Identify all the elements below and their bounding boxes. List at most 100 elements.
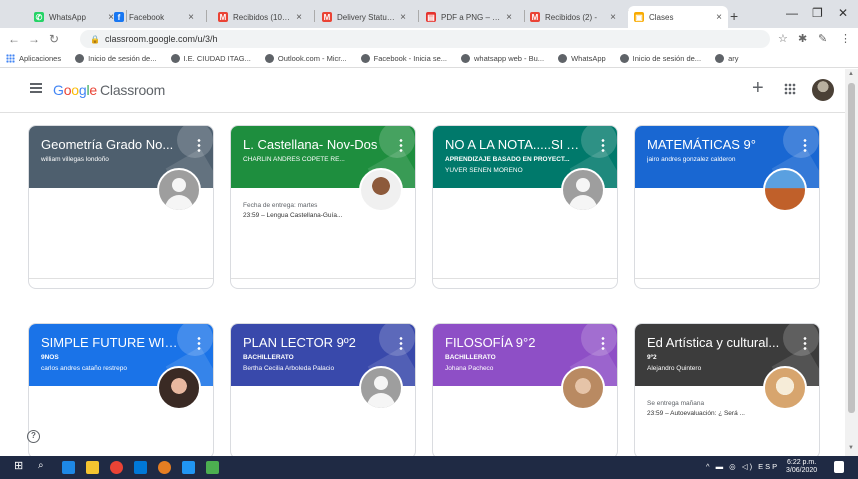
browser-tab[interactable]: M Delivery Status N × [316, 6, 412, 28]
minimize-icon[interactable]: — [786, 6, 798, 20]
extension-icon[interactable]: ✱ [798, 32, 807, 45]
globe-icon [360, 54, 370, 63]
teacher-photo [157, 168, 201, 212]
file-explorer-icon[interactable] [86, 461, 99, 474]
browser-menu-icon[interactable]: ⋮ [840, 32, 851, 45]
firefox-icon[interactable] [158, 461, 171, 474]
bookmark-item[interactable]: Aplicaciones [6, 54, 61, 63]
bookmark-item[interactable]: Outlook.com - Micr... [264, 54, 347, 63]
bookmark-item[interactable]: ary [715, 54, 738, 63]
mail-icon[interactable] [134, 461, 147, 474]
class-card[interactable]: PLAN LECTOR 9º2 BACHILLERATO Bertha Cecili… [230, 323, 416, 459]
bookmark-item[interactable]: Inicio de sesión de... [619, 54, 702, 63]
bookmark-item[interactable]: I.E. CIUDAD ITAG... [170, 54, 251, 63]
class-card-footer [433, 278, 617, 288]
search-icon[interactable]: ⌕ [38, 460, 51, 473]
store-icon[interactable] [182, 461, 195, 474]
class-card[interactable]: SIMPLE FUTURE WILL ... 9NOS carlos andres … [28, 323, 214, 459]
more-options-icon[interactable] [803, 138, 807, 152]
bookmark-label: Outlook.com - Micr... [277, 54, 347, 63]
logo-letter: o [71, 82, 79, 98]
url-bar[interactable]: 🔒 classroom.google.com/u/3/h [80, 30, 770, 48]
class-card[interactable]: MATEMÁTICAS 9° jairo andres gonzalez cald… [634, 125, 820, 289]
tab-separator [314, 10, 315, 22]
reload-icon[interactable]: ↻ [44, 32, 64, 46]
scrollbar-thumb[interactable] [848, 83, 855, 413]
chrome-icon[interactable] [110, 461, 123, 474]
input-language[interactable]: ESP [758, 462, 779, 471]
taskbar-clock[interactable]: 6:22 p.m. 3/06/2020 [786, 459, 817, 475]
browser-tab[interactable]: ▤ PDF a PNG – Conv× [420, 6, 518, 28]
class-card[interactable]: NO A LA NOTA.....SI A... APRENDIZAJE BASA… [432, 125, 618, 289]
teacher-photo [561, 168, 605, 212]
classroom-logo[interactable]: Google Classroom [53, 82, 165, 98]
tab-title: WhatsApp [49, 12, 86, 22]
page-scrollbar[interactable]: ▲ ▼ [845, 69, 858, 456]
windows-taskbar: ⊞ ⌕ ^ ▬ ◎ ◁) ESP 6:22 p.m. 3/06/2020 [0, 456, 858, 479]
browser-tab[interactable]: ✆ WhatsApp × [28, 6, 120, 28]
system-tray[interactable]: ^ ▬ ◎ ◁) ESP [706, 462, 779, 471]
close-tab-icon[interactable]: × [296, 12, 302, 23]
teacher-photo [561, 366, 605, 410]
globe-icon [75, 54, 85, 63]
bookmark-label: Inicio de sesión de... [632, 54, 702, 63]
bookmark-label: whatsapp web - Bu... [474, 54, 545, 63]
more-options-icon[interactable] [197, 336, 201, 350]
globe-icon [170, 54, 180, 63]
close-tab-icon[interactable]: × [506, 12, 512, 23]
browser-tab[interactable]: ▣ Clases × [628, 6, 728, 28]
extension-icon[interactable]: ✎ [818, 32, 827, 45]
google-apps-icon[interactable] [784, 83, 796, 95]
more-options-icon[interactable] [803, 336, 807, 350]
pdf-icon: ▤ [426, 12, 436, 22]
close-tab-icon[interactable]: × [610, 12, 616, 23]
bookmark-item[interactable]: Facebook - Inicia se... [360, 54, 447, 63]
more-options-icon[interactable] [197, 138, 201, 152]
scroll-up-icon[interactable]: ▲ [848, 71, 854, 77]
bookmark-item[interactable]: WhatsApp [558, 54, 606, 63]
bookmark-label: WhatsApp [571, 54, 606, 63]
logo-product-name: Classroom [100, 82, 166, 98]
help-icon[interactable]: ? [27, 430, 40, 443]
new-tab-button[interactable]: + [730, 8, 738, 24]
browser-tab[interactable]: f Facebook × [108, 6, 200, 28]
assignment-link[interactable]: 23:59 – Autoevaluación: ¿ Será ... [647, 410, 807, 417]
class-card-footer [29, 278, 213, 288]
windows-start-icon[interactable]: ⊞ [14, 459, 27, 472]
class-card[interactable]: FILOSOFÍA 9°2 BACHILLERATO Johana Pacheco [432, 323, 618, 459]
clock-time: 6:22 p.m. [786, 459, 817, 466]
more-options-icon[interactable] [399, 138, 403, 152]
more-options-icon[interactable] [399, 336, 403, 350]
create-join-class-button[interactable]: + [752, 77, 764, 100]
account-avatar[interactable] [812, 79, 834, 101]
bookmark-item[interactable]: Inicio de sesión de... [75, 54, 157, 63]
browser-tab-strip: + — ❐ ✕ ✆ WhatsApp × f Facebook × M Recibidos (… [0, 0, 858, 28]
logo-letter: e [89, 82, 97, 98]
more-options-icon[interactable] [601, 336, 605, 350]
classroom-icon: ▣ [634, 12, 644, 22]
more-options-icon[interactable] [601, 138, 605, 152]
bookmark-star-icon[interactable]: ☆ [778, 32, 788, 45]
close-tab-icon[interactable]: × [400, 12, 406, 23]
class-card[interactable]: L. Castellana- Nov-Dos CHARLIN ANDRES COP… [230, 125, 416, 289]
scroll-down-icon[interactable]: ▼ [848, 445, 854, 451]
assignment-link[interactable]: 23:59 – Lengua Castellana-Guía... [243, 212, 403, 219]
back-icon[interactable]: ← [4, 32, 24, 46]
notifications-icon[interactable] [834, 461, 844, 473]
class-card[interactable]: Ed Artística y cultural... 9º2 Alejandro Q… [634, 323, 820, 459]
class-card[interactable]: Geometría Grado No... william villegas lo… [28, 125, 214, 289]
forward-icon[interactable]: → [24, 32, 44, 46]
gmail-icon: M [530, 12, 540, 22]
close-tab-icon[interactable]: × [716, 12, 722, 23]
bookmark-item[interactable]: whatsapp web - Bu... [461, 54, 544, 63]
app-icon[interactable] [206, 461, 219, 474]
facebook-icon: f [114, 12, 124, 22]
main-menu-icon[interactable] [30, 83, 42, 93]
close-window-icon[interactable]: ✕ [838, 6, 848, 20]
maximize-icon[interactable]: ❐ [812, 6, 823, 20]
edge-icon[interactable] [62, 461, 75, 474]
browser-tab[interactable]: M Recibidos (107) - × [212, 6, 308, 28]
browser-tab[interactable]: M Recibidos (2) - × [524, 6, 622, 28]
close-tab-icon[interactable]: × [188, 12, 194, 23]
gmail-icon: M [218, 12, 228, 22]
